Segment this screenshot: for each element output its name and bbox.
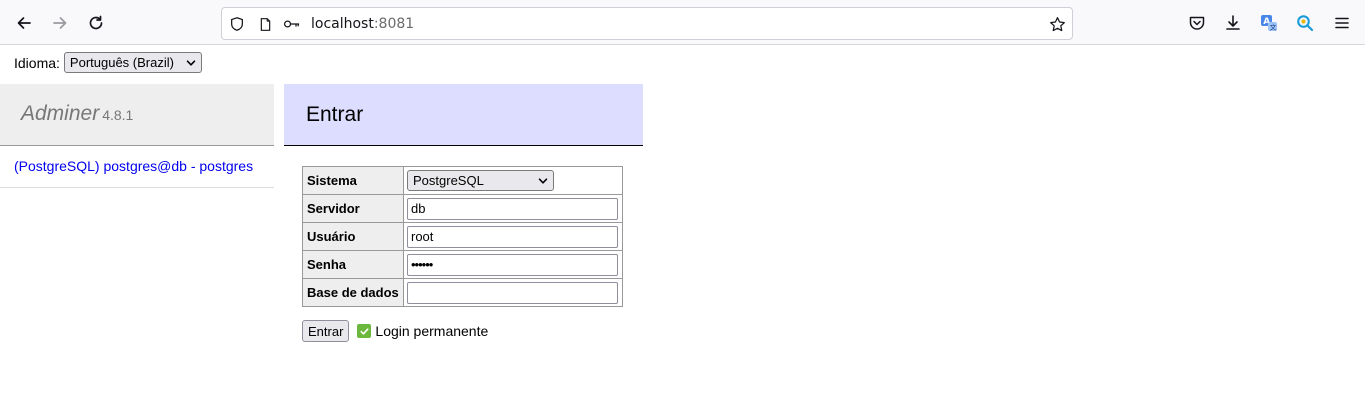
bookmark-star-icon[interactable] — [1048, 15, 1066, 33]
sidebar-header: Adminer 4.8.1 — [0, 84, 274, 146]
reload-button[interactable] — [81, 8, 111, 38]
download-icon — [1226, 15, 1240, 30]
app-title[interactable]: Adminer 4.8.1 — [21, 102, 133, 126]
table-row: Servidor db — [302, 194, 623, 223]
language-label: Idioma: — [14, 54, 60, 71]
table-row: Sistema PostgreSQL — [302, 166, 623, 195]
system-select-value: PostgreSQL — [413, 173, 484, 188]
table-row: Senha •••••• — [302, 250, 623, 279]
url-port: :8081 — [373, 16, 415, 32]
login-table: Sistema PostgreSQL Servidor db Usuário r… — [302, 166, 623, 307]
database-input[interactable] — [407, 281, 618, 304]
forward-button[interactable] — [45, 8, 75, 38]
translate-button[interactable]: A文 — [1254, 8, 1284, 38]
language-select[interactable]: Português (Brazil) — [63, 52, 202, 73]
reload-icon — [89, 15, 103, 30]
password-input[interactable]: •••••• — [407, 253, 618, 276]
content-header: Entrar — [284, 84, 643, 146]
database-label: Base de dados — [302, 278, 404, 307]
page-title: Entrar — [306, 103, 364, 126]
back-arrow-icon — [17, 17, 31, 29]
submit-row: Entrar Login permanente — [302, 320, 488, 342]
checkmark-icon — [360, 327, 369, 335]
magnifier-extension-icon — [1297, 15, 1314, 32]
translate-icon: A文 — [1261, 15, 1277, 32]
username-label: Usuário — [302, 222, 404, 251]
permanent-login-label[interactable]: Login permanente — [375, 323, 488, 339]
chevron-down-icon — [186, 59, 196, 66]
server-input[interactable]: db — [407, 197, 618, 220]
url-host: localhost — [311, 16, 374, 32]
url-text[interactable]: localhost:8081 — [311, 16, 414, 32]
extension-button[interactable] — [1290, 8, 1320, 38]
pocket-icon — [1189, 16, 1205, 30]
chevron-down-icon — [538, 177, 548, 184]
key-icon[interactable] — [283, 15, 301, 33]
password-label: Senha — [302, 250, 404, 279]
saved-login-link[interactable]: (PostgreSQL) postgres@db - postgres — [14, 158, 253, 174]
language-select-value: Português (Brazil) — [69, 55, 174, 70]
downloads-button[interactable] — [1218, 8, 1248, 38]
system-label: Sistema — [302, 166, 404, 195]
sidebar-divider — [0, 187, 274, 188]
login-button[interactable]: Entrar — [302, 320, 350, 342]
svg-text:文: 文 — [1270, 23, 1277, 32]
shield-icon[interactable] — [228, 15, 246, 33]
page-icon[interactable] — [256, 15, 274, 33]
system-select[interactable]: PostgreSQL — [407, 170, 554, 191]
permanent-login-checkbox[interactable] — [357, 324, 372, 338]
hamburger-menu-icon — [1335, 17, 1349, 29]
back-button[interactable] — [9, 8, 39, 38]
username-input[interactable]: root — [407, 225, 618, 248]
browser-toolbar: localhost:8081 A文 — [0, 0, 1365, 45]
table-row: Usuário root — [302, 222, 623, 251]
menu-button[interactable] — [1327, 8, 1357, 38]
app-version: 4.8.1 — [102, 107, 134, 123]
address-bar[interactable]: localhost:8081 — [221, 7, 1073, 40]
server-label: Servidor — [302, 194, 404, 223]
app-name[interactable]: Adminer — [21, 102, 99, 125]
forward-arrow-icon — [53, 17, 67, 29]
table-row: Base de dados — [302, 278, 623, 307]
pocket-button[interactable] — [1182, 8, 1212, 38]
language-bar: Idioma: Português (Brazil) — [14, 52, 202, 73]
